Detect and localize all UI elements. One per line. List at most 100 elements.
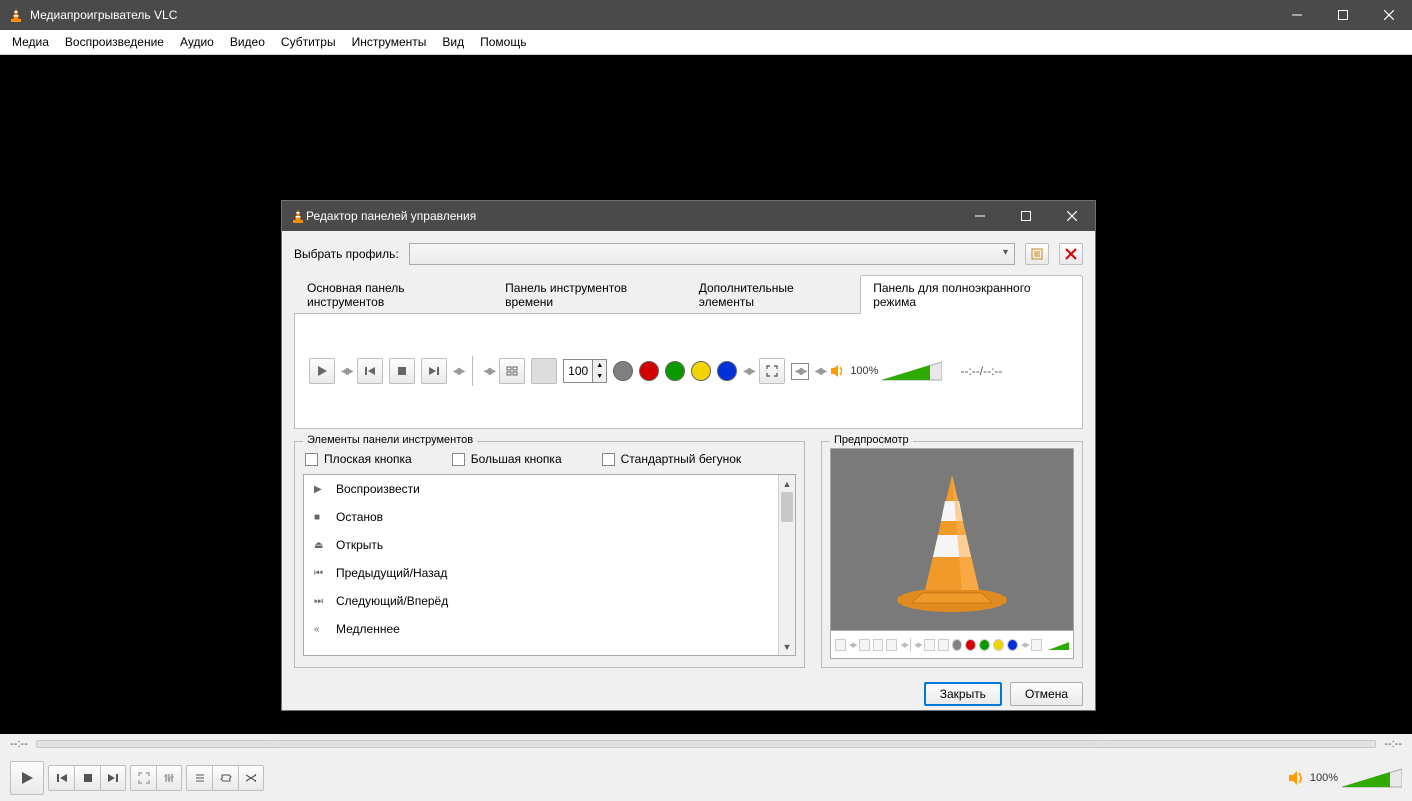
- elements-legend: Элементы панели инструментов: [303, 434, 477, 446]
- list-scrollbar[interactable]: ▲ ▼: [778, 475, 795, 655]
- extended-settings-button[interactable]: [156, 765, 182, 791]
- elements-fieldset: Элементы панели инструментов Плоская кно…: [294, 441, 805, 668]
- mini-yellow-icon: [993, 639, 1004, 651]
- seek-bar-row: --:-- --:--: [0, 734, 1412, 754]
- teletext-page-spinbox[interactable]: ▲▼: [563, 359, 607, 383]
- mini-grey-icon: [952, 639, 963, 651]
- volume-value: 100%: [1310, 772, 1338, 784]
- cancel-button[interactable]: Отмена: [1010, 682, 1083, 706]
- dialog-maximize-button[interactable]: [1003, 201, 1049, 231]
- menu-view[interactable]: Вид: [434, 32, 472, 52]
- fullscreen-button[interactable]: [130, 765, 156, 791]
- volume-value: 100%: [850, 365, 878, 377]
- drag-handle-icon[interactable]: ◀·▶: [453, 366, 463, 377]
- drag-handle-icon[interactable]: ◀·▶: [483, 366, 493, 377]
- dialog-minimize-button[interactable]: [957, 201, 1003, 231]
- drag-handle-icon[interactable]: ◀·▶: [791, 363, 809, 380]
- drag-handle-icon: ◀▶: [914, 641, 921, 649]
- canvas-prev-button[interactable]: [357, 358, 383, 384]
- spin-down-button[interactable]: ▼: [592, 371, 606, 382]
- scroll-up-button[interactable]: ▲: [779, 475, 795, 492]
- next-button[interactable]: [100, 765, 126, 791]
- drag-handle-icon[interactable]: ◀·▶: [815, 366, 825, 377]
- new-profile-button[interactable]: [1025, 243, 1049, 265]
- main-volume-widget[interactable]: 100%: [1288, 767, 1402, 789]
- vlc-cone-icon: [867, 465, 1037, 615]
- toolbar-editor-dialog: Редактор панелей управления Выбрать проф…: [281, 200, 1096, 711]
- native-slider-checkbox[interactable]: Стандартный бегунок: [602, 452, 742, 466]
- big-button-checkbox[interactable]: Большая кнопка: [452, 452, 562, 466]
- separator-icon: [910, 638, 911, 652]
- canvas-teletext-button[interactable]: [531, 358, 557, 384]
- tab-time-toolbar[interactable]: Панель инструментов времени: [492, 275, 686, 314]
- speaker-icon: [830, 364, 846, 378]
- list-item: «Медленнее: [304, 615, 778, 643]
- teletext-blue-button[interactable]: [717, 361, 737, 381]
- profile-label: Выбрать профиль:: [294, 247, 399, 261]
- speaker-icon: [1288, 770, 1306, 786]
- scroll-down-button[interactable]: ▼: [779, 638, 795, 655]
- playlist-button[interactable]: [186, 765, 212, 791]
- mini-teletext-icon: [938, 639, 949, 651]
- play-button[interactable]: [10, 761, 44, 795]
- spin-up-button[interactable]: ▲: [592, 360, 606, 371]
- minimize-button[interactable]: [1274, 0, 1320, 30]
- drag-handle-icon[interactable]: ◀·▶: [341, 366, 351, 377]
- menu-audio[interactable]: Аудио: [172, 32, 222, 52]
- canvas-fullscreen-button[interactable]: [759, 358, 785, 384]
- tab-main-toolbar[interactable]: Основная панель инструментов: [294, 275, 492, 314]
- menu-media[interactable]: Медиа: [4, 32, 57, 52]
- stop-button[interactable]: [74, 765, 100, 791]
- mini-next-icon: [886, 639, 897, 651]
- shuffle-button[interactable]: [238, 765, 264, 791]
- loop-button[interactable]: [212, 765, 238, 791]
- mini-play-icon: [835, 639, 846, 651]
- main-controls: 100%: [0, 754, 1412, 801]
- preview-legend: Предпросмотр: [830, 434, 913, 446]
- close-dialog-button[interactable]: Закрыть: [924, 682, 1002, 706]
- menu-help[interactable]: Помощь: [472, 32, 534, 52]
- canvas-next-button[interactable]: [421, 358, 447, 384]
- dialog-close-button[interactable]: [1049, 201, 1095, 231]
- menu-video[interactable]: Видео: [222, 32, 273, 52]
- main-titlebar: Медиапроигрыватель VLC: [0, 0, 1412, 30]
- flat-button-checkbox[interactable]: Плоская кнопка: [305, 452, 412, 466]
- canvas-play-button[interactable]: [309, 358, 335, 384]
- list-item: ⏏Открыть: [304, 531, 778, 559]
- teletext-yellow-button[interactable]: [691, 361, 711, 381]
- teletext-red-button[interactable]: [639, 361, 659, 381]
- volume-slider[interactable]: [882, 360, 942, 382]
- mini-blue-icon: [1007, 639, 1018, 651]
- mini-fullscreen-icon: [1031, 639, 1042, 651]
- delete-profile-button[interactable]: [1059, 243, 1083, 265]
- teletext-grey-button[interactable]: [613, 361, 633, 381]
- drag-handle-icon: ◀▶: [1021, 641, 1028, 649]
- elapsed-time: --:--: [10, 738, 28, 750]
- tab-advanced[interactable]: Дополнительные элементы: [686, 275, 860, 314]
- teletext-page-input[interactable]: [564, 360, 592, 382]
- profile-combo[interactable]: [409, 243, 1015, 265]
- mini-playlist-icon: [924, 639, 935, 651]
- canvas-volume-widget[interactable]: 100%: [830, 360, 942, 382]
- canvas-stop-button[interactable]: [389, 358, 415, 384]
- menu-playback[interactable]: Воспроизведение: [57, 32, 172, 52]
- vlc-cone-icon: [8, 7, 24, 23]
- previous-button[interactable]: [48, 765, 74, 791]
- tab-fullscreen[interactable]: Панель для полноэкранного режима: [860, 275, 1083, 314]
- volume-slider[interactable]: [1342, 767, 1402, 789]
- teletext-green-button[interactable]: [665, 361, 685, 381]
- menu-subtitles[interactable]: Субтитры: [273, 32, 344, 52]
- drag-handle-icon[interactable]: ◀·▶: [743, 366, 753, 377]
- toolbar-canvas[interactable]: ◀·▶ ◀·▶ ◀·▶ ▲▼ ◀·▶ ◀·: [294, 314, 1083, 429]
- scroll-thumb[interactable]: [781, 492, 793, 522]
- elements-list[interactable]: ▶Воспроизвести ■Останов ⏏Открыть ⏮Предыд…: [303, 474, 796, 656]
- menu-tools[interactable]: Инструменты: [344, 32, 435, 52]
- preview-mini-toolbar: ◀▶ ◀▶ ◀▶ ◀▶: [830, 631, 1074, 659]
- close-button[interactable]: [1366, 0, 1412, 30]
- maximize-button[interactable]: [1320, 0, 1366, 30]
- dialog-title: Редактор панелей управления: [306, 209, 957, 223]
- canvas-playlist-button[interactable]: [499, 358, 525, 384]
- canvas-time-display: --:--/--:--: [960, 364, 1002, 378]
- list-item: ▶Воспроизвести: [304, 475, 778, 503]
- seek-slider[interactable]: [36, 740, 1377, 748]
